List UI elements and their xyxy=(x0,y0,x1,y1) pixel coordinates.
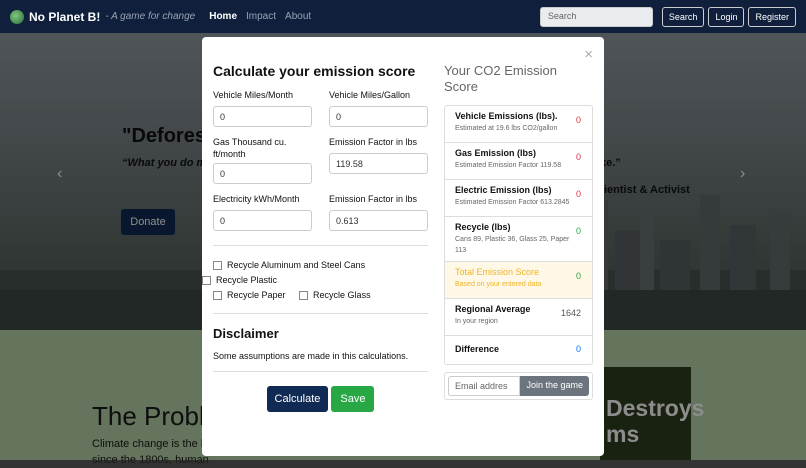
score-item-regional-average: Regional Average In your region 1642 xyxy=(445,299,592,336)
recycle-plastic-label: Recycle Plastic xyxy=(216,275,278,285)
score-item-recycle: Recycle (lbs) Cans 89, Plastic 36, Glass … xyxy=(445,217,592,262)
recycle-label: Recycle (lbs) xyxy=(455,222,511,232)
recycle-options: Recycle Aluminum and Steel Cans Recycle … xyxy=(202,259,428,304)
recycle-value: 0 xyxy=(575,226,581,236)
electric-emission-value: 0 xyxy=(575,189,581,199)
vehicle-emissions-value: 0 xyxy=(575,115,581,125)
calculator-panel: Calculate your emission score Vehicle Mi… xyxy=(202,63,428,412)
checkbox-icon xyxy=(299,291,309,300)
checkbox-icon xyxy=(213,261,222,270)
score-panel: Your CO2 Emission Score Vehicle Emission… xyxy=(444,63,593,400)
emission-modal: × Calculate your emission score Vehicle … xyxy=(202,37,604,456)
gas-factor-input[interactable]: 119.58 xyxy=(329,153,428,174)
input-grid: Vehicle Miles/Month 0 Vehicle Miles/Gall… xyxy=(213,89,428,240)
checkbox-icon xyxy=(213,291,222,300)
vehicle-miles-gallon-label: Vehicle Miles/Gallon xyxy=(329,90,411,100)
close-icon[interactable]: × xyxy=(584,46,593,63)
score-item-vehicle-emissions: Vehicle Emissions (lbs). Estimated at 19.… xyxy=(445,106,592,143)
checkbox-icon xyxy=(202,276,211,285)
disclaimer-title: Disclaimer xyxy=(213,326,279,341)
calculator-title: Calculate your emission score xyxy=(213,63,416,79)
electric-emission-note: Estimated Emission Factor 613.2845 xyxy=(455,199,570,206)
electricity-label: Electricity kWh/Month xyxy=(213,194,300,204)
recycle-note: Cans 89, Plastic 36, Glass 25, Paper 113 xyxy=(455,236,570,254)
gas-factor-label: Emission Factor in lbs xyxy=(329,137,418,147)
globe-icon xyxy=(10,9,24,24)
gas-label: Gas Thousand cu. ft/month xyxy=(213,137,287,159)
electricity-input[interactable]: 0 xyxy=(213,210,312,231)
search-button[interactable]: Search xyxy=(661,6,705,27)
gas-input[interactable]: 0 xyxy=(213,163,312,184)
action-buttons: Calculate Save xyxy=(213,386,428,412)
email-input[interactable]: Email addres xyxy=(448,376,521,396)
vehicle-emissions-note: Estimated at 19.6 lbs CO2/gallon xyxy=(455,125,558,132)
brand-name: No Planet B! xyxy=(29,9,101,24)
vehicle-emissions-label: Vehicle Emissions (lbs). xyxy=(455,111,558,121)
total-emission-score-note: Based on your entered data xyxy=(455,281,542,288)
join-form: Email addres Join the game xyxy=(444,372,593,400)
nav-link-impact[interactable]: Impact xyxy=(246,11,276,22)
vehicle-miles-gallon-input[interactable]: 0 xyxy=(329,106,428,127)
gas-emission-note: Estimated Emission Factor 119.58 xyxy=(455,162,562,169)
electricity-factor-input[interactable]: 0.613 xyxy=(329,210,428,231)
total-emission-score-label: Total Emission Score xyxy=(455,267,540,277)
recycle-paper-checkbox[interactable]: Recycle Paper xyxy=(213,289,286,302)
total-emission-score-value: 0 xyxy=(575,271,581,281)
score-item-difference: Difference 0 xyxy=(445,336,592,364)
nav-right: Search Search Login Register xyxy=(539,6,796,27)
vehicle-miles-month-label: Vehicle Miles/Month xyxy=(213,90,294,100)
score-title: Your CO2 Emission Score xyxy=(444,63,557,94)
difference-label: Difference xyxy=(455,344,500,354)
search-input[interactable]: Search xyxy=(539,6,653,27)
gas-emission-label: Gas Emission (lbs) xyxy=(455,148,537,158)
login-button[interactable]: Login xyxy=(708,6,745,27)
disclaimer-text: Some assumptions are made in this calcul… xyxy=(213,351,409,361)
score-list: Vehicle Emissions (lbs). Estimated at 19.… xyxy=(444,105,593,365)
electricity-factor-label: Emission Factor in lbs xyxy=(329,194,418,204)
score-item-electric-emission: Electric Emission (lbs) Estimated Emissio… xyxy=(445,180,592,217)
regional-average-value: 1642 xyxy=(560,308,581,318)
recycle-paper-label: Recycle Paper xyxy=(227,290,286,300)
recycle-cans-checkbox[interactable]: Recycle Aluminum and Steel Cans xyxy=(213,259,365,272)
score-item-gas-emission: Gas Emission (lbs) Estimated Emission Fac… xyxy=(445,143,592,180)
recycle-glass-label: Recycle Glass xyxy=(313,290,371,300)
electric-emission-label: Electric Emission (lbs) xyxy=(455,185,552,195)
score-item-total-emission-score: Total Emission Score Based on your entere… xyxy=(445,262,592,299)
recycle-cans-label: Recycle Aluminum and Steel Cans xyxy=(227,260,366,270)
brand-tagline: - A game for change xyxy=(105,11,196,22)
difference-value: 0 xyxy=(575,344,581,354)
navbar: No Planet B! - A game for change Home Im… xyxy=(0,0,806,33)
divider xyxy=(213,245,428,246)
calculate-button[interactable]: Calculate xyxy=(266,386,329,412)
divider xyxy=(213,313,428,314)
recycle-glass-checkbox[interactable]: Recycle Glass xyxy=(299,289,371,302)
brand[interactable]: No Planet B! - A game for change xyxy=(10,9,196,24)
register-button[interactable]: Register xyxy=(748,6,796,27)
gas-emission-value: 0 xyxy=(575,152,581,162)
recycle-plastic-checkbox[interactable]: Recycle Plastic xyxy=(202,274,277,287)
nav-link-about[interactable]: About xyxy=(285,11,311,22)
divider xyxy=(213,371,428,372)
vehicle-miles-month-input[interactable]: 0 xyxy=(213,106,312,127)
nav-links: Home Impact About xyxy=(209,11,320,22)
save-button[interactable]: Save xyxy=(331,386,375,412)
nav-link-home[interactable]: Home xyxy=(209,11,237,22)
join-button[interactable]: Join the game xyxy=(520,376,589,396)
